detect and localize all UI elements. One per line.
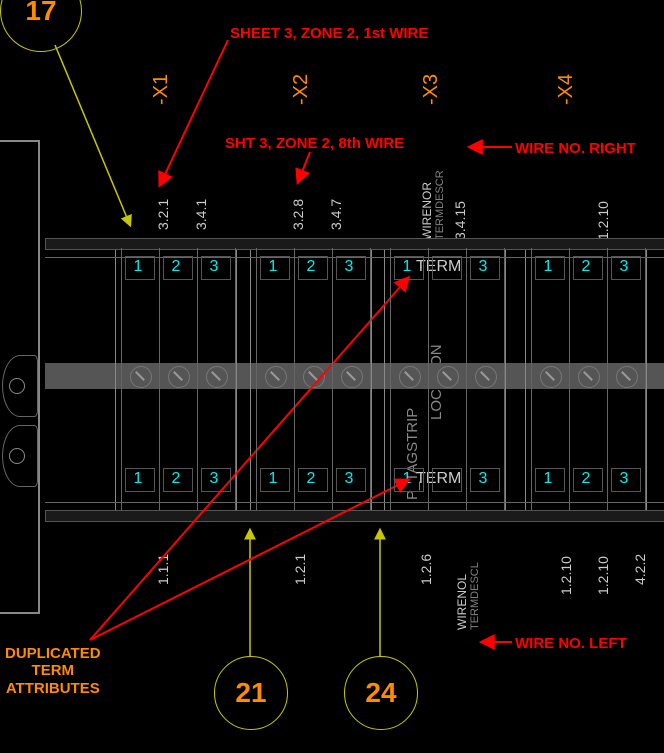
terminal-divider bbox=[607, 248, 608, 510]
term-num-box bbox=[432, 468, 462, 492]
screw-icon bbox=[265, 366, 287, 388]
grip-top bbox=[2, 355, 38, 417]
term-num-box bbox=[125, 468, 155, 492]
term-num-box bbox=[163, 256, 193, 280]
terminal-divider bbox=[370, 248, 371, 510]
terminal-divider bbox=[569, 248, 570, 510]
cap-bot bbox=[45, 510, 664, 522]
term-num-box bbox=[470, 256, 500, 280]
screw-icon bbox=[206, 366, 228, 388]
screw-icon bbox=[341, 366, 363, 388]
wire-top-x3-2: 3.4.15 bbox=[452, 201, 468, 240]
screw-icon bbox=[578, 366, 600, 388]
callout-circle-24: 24 bbox=[344, 656, 418, 730]
term-num-box bbox=[298, 256, 328, 280]
annotation-sheet3-8th: SHT 3, ZONE 2, 8th WIRE bbox=[225, 135, 404, 152]
terminal-divider bbox=[197, 248, 198, 510]
term-num-box bbox=[260, 256, 290, 280]
screw-icon bbox=[540, 366, 562, 388]
annotation-sheet3-1st: SHEET 3, ZONE 2, 1st WIRE bbox=[230, 25, 428, 42]
term-num-box bbox=[125, 256, 155, 280]
terminal-divider bbox=[159, 248, 160, 510]
term-num-box bbox=[260, 468, 290, 492]
attr-termdescl: TERMDESCL bbox=[469, 562, 481, 630]
wire-bot-x1-1: 1.1.1 bbox=[155, 554, 171, 585]
callout-num-21: 21 bbox=[235, 677, 266, 709]
wire-bot-x4-2: 1.2.10 bbox=[595, 556, 611, 595]
term-num-box bbox=[163, 468, 193, 492]
terminal-divider bbox=[121, 248, 122, 510]
group-label-x1: -X1 bbox=[150, 74, 173, 105]
screw-icon bbox=[399, 366, 421, 388]
term-num-box bbox=[535, 468, 565, 492]
screw-icon bbox=[130, 366, 152, 388]
wire-bot-x3-1: 1.2.6 bbox=[418, 554, 434, 585]
wire-top-x1-2: 3.4.1 bbox=[193, 199, 209, 230]
terminal-divider bbox=[531, 248, 532, 510]
term-num-box bbox=[201, 468, 231, 492]
term-num-box bbox=[336, 468, 366, 492]
screw-icon bbox=[168, 366, 190, 388]
term-num-box bbox=[432, 256, 462, 280]
terminal-divider bbox=[256, 248, 257, 510]
wire-bot-x4-3: 4.2.2 bbox=[632, 554, 648, 585]
callout-num-24: 24 bbox=[365, 677, 396, 709]
grip-bot bbox=[2, 425, 38, 487]
terminal-divider bbox=[294, 248, 295, 510]
term-num-box bbox=[336, 256, 366, 280]
term-num-box bbox=[573, 468, 603, 492]
attr-wirenol: WIRENOL bbox=[455, 574, 469, 630]
terminal-divider bbox=[235, 248, 236, 510]
wire-top-x3-1: WIRENOR bbox=[420, 182, 434, 240]
terminal-divider bbox=[390, 248, 391, 510]
screw-icon bbox=[475, 366, 497, 388]
screw-icon bbox=[616, 366, 638, 388]
terminal-divider bbox=[645, 248, 646, 510]
callout-num-17: 17 bbox=[25, 0, 56, 27]
term-num-box bbox=[470, 468, 500, 492]
annotation-wire-no-right: WIRE NO. RIGHT bbox=[515, 140, 636, 157]
group-label-x2: -X2 bbox=[290, 74, 313, 105]
wire-bot-x4-1: 1.2.10 bbox=[558, 556, 574, 595]
term-num-box bbox=[394, 256, 424, 280]
cap-top bbox=[45, 238, 664, 250]
wire-bot-x2-1: 1.2.1 bbox=[292, 554, 308, 585]
wire-top-x2-2: 3.4.7 bbox=[328, 199, 344, 230]
term-num-box bbox=[573, 256, 603, 280]
term-num-box bbox=[611, 468, 641, 492]
attr-termdescr: TERMDESCR bbox=[434, 170, 446, 240]
callout-circle-21: 21 bbox=[214, 656, 288, 730]
annotation-duplicated: DUPLICATED TERM ATTRIBUTES bbox=[5, 645, 101, 697]
screw-icon bbox=[303, 366, 325, 388]
annotation-wire-no-left: WIRE NO. LEFT bbox=[515, 635, 627, 652]
wire-top-x2-1: 3.2.8 bbox=[290, 199, 306, 230]
screw-icon bbox=[437, 366, 459, 388]
wire-top-x1-1: 3.2.1 bbox=[155, 199, 171, 230]
term-num-box bbox=[394, 468, 424, 492]
terminal-divider bbox=[332, 248, 333, 510]
terminal-divider bbox=[428, 248, 429, 510]
group-label-x3: -X3 bbox=[420, 74, 443, 105]
term-num-box bbox=[298, 468, 328, 492]
wire-top-x4-2: 1.2.10 bbox=[595, 201, 611, 240]
terminal-divider bbox=[504, 248, 505, 510]
term-num-box bbox=[611, 256, 641, 280]
term-num-box bbox=[535, 256, 565, 280]
term-num-box bbox=[201, 256, 231, 280]
group-label-x4: -X4 bbox=[555, 74, 578, 105]
terminal-divider bbox=[466, 248, 467, 510]
callout-circle-17: 17 bbox=[0, 0, 82, 52]
